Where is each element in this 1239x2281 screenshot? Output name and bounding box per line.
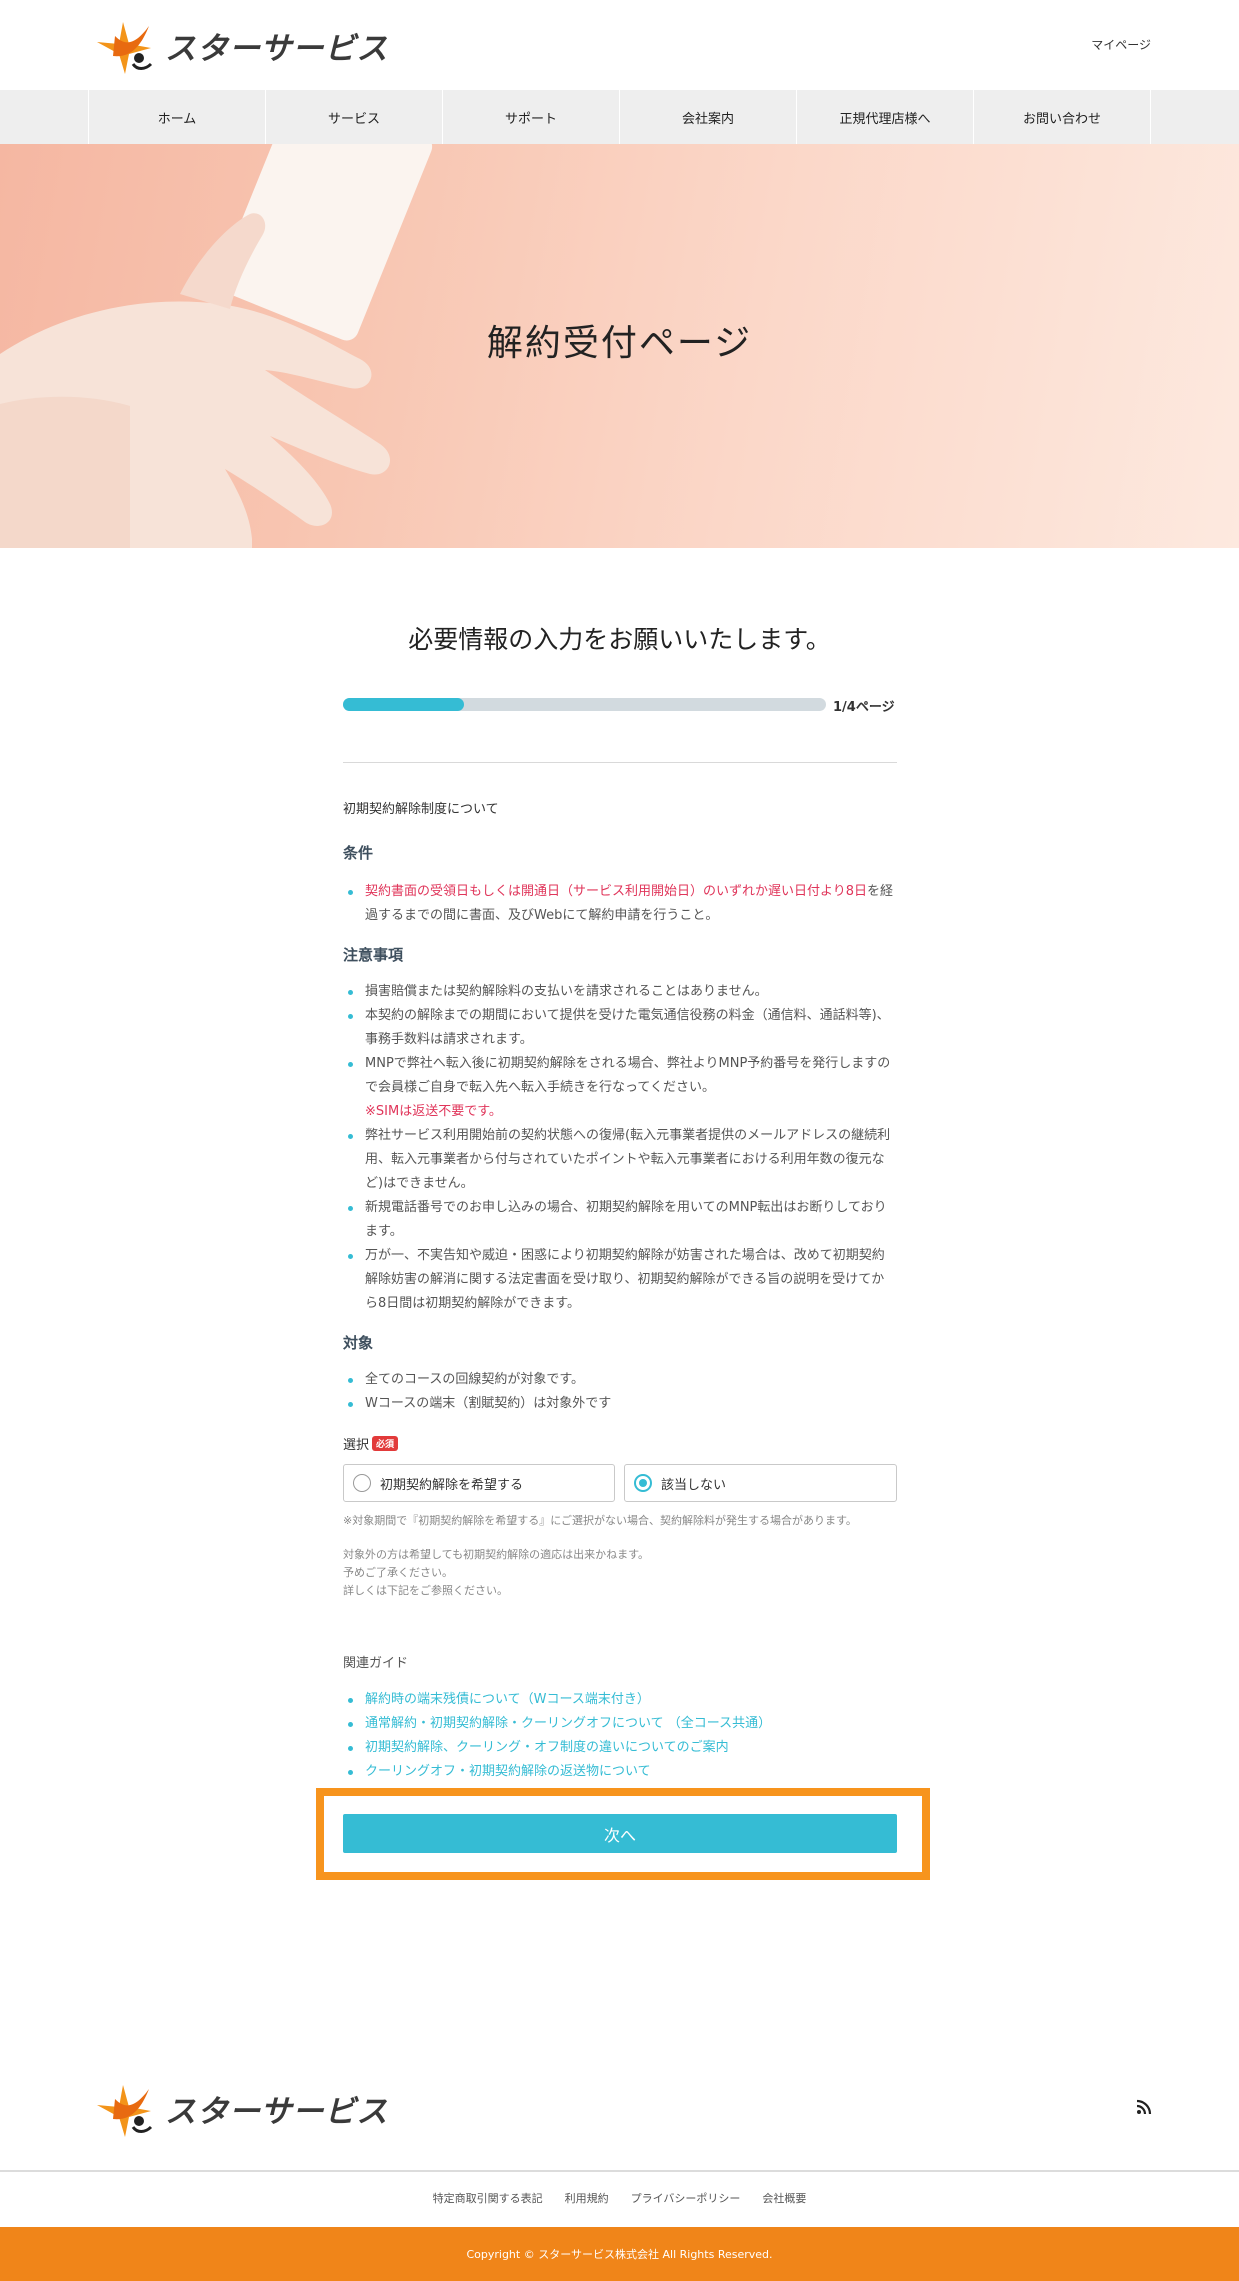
target-heading: 対象 (343, 1334, 374, 1352)
target-list: 全てのコースの回線契約が対象です。 Wコースの端末（割賦契約）は対象外です (343, 1368, 897, 1416)
notes-list: 損害賠償または契約解除料の支払いを請求されることはありません。 本契約の解除まで… (343, 980, 897, 1316)
guide-heading: 関連ガイド (343, 1656, 409, 1671)
copyright: Copyright © スターサービス株式会社 All Rights Reser… (0, 2227, 1239, 2281)
notes-heading: 注意事項 (343, 946, 404, 964)
required-badge: 必須 (372, 1436, 399, 1451)
list-item: 契約書面の受領日もしくは開通日（サービス利用開始日）のいずれか遅い日付より8日を… (343, 880, 897, 928)
guide-link[interactable]: 初期契約解除、クーリング・オフ制度の違いについてのご案内 (343, 1736, 897, 1760)
footer-divider (0, 2170, 1239, 2172)
conditions-heading: 条件 (343, 844, 374, 862)
section-intro: 初期契約解除制度について (343, 802, 499, 817)
nav-item-agency[interactable]: 正規代理店様へ (797, 90, 974, 144)
guide-link[interactable]: クーリングオフ・初期契約解除の返送物について (343, 1760, 897, 1784)
radio-button-unselected[interactable] (353, 1474, 371, 1492)
sim-note: ※SIMは返送不要です。 (365, 1104, 502, 1119)
nav-item-service[interactable]: サービス (266, 90, 443, 144)
site-logo[interactable]: スターサービス (93, 12, 388, 78)
nav-item-contact[interactable]: お問い合わせ (974, 90, 1151, 144)
list-item: Wコースの端末（割賦契約）は対象外です (343, 1392, 897, 1416)
list-item: 本契約の解除までの期間において提供を受けた電気通信役務の料金（通信料、通話料等)… (343, 1004, 897, 1052)
list-item: 万が一、不実告知や威迫・困惑により初期契約解除が妨害された場合は、改めて初期契約… (343, 1244, 897, 1316)
list-item: 弊社サービス利用開始前の契約状態への復帰(転入元事業者提供のメールアドレスの継続… (343, 1124, 897, 1196)
next-button[interactable]: 次へ (343, 1814, 897, 1853)
list-item: 新規電話番号でのお申し込みの場合、初期契約解除を用いてのMNP転出はお断りしてお… (343, 1196, 897, 1244)
rss-icon[interactable] (1136, 2099, 1152, 2115)
nav-item-company[interactable]: 会社案内 (620, 90, 797, 144)
footer-logo[interactable]: スターサービス (93, 2075, 388, 2141)
mypage-link[interactable]: マイページ (1091, 36, 1151, 53)
footer-link-commerce[interactable]: 特定商取引関する表記 (433, 2190, 543, 2206)
radio-button-selected[interactable] (634, 1474, 652, 1492)
list-item: 損害賠償または契約解除料の支払いを請求されることはありません。 (343, 980, 897, 1004)
eligibility-note: 対象外の方は希望しても初期契約解除の適応は出来かねます。 予めご了承ください。 … (343, 1548, 650, 1597)
guide-link[interactable]: 通常解約・初期契約解除・クーリングオフについて （全コース共通） (343, 1712, 897, 1736)
selection-note: ※対象期間で『初期契約解除を希望する』にご選択がない場合、契約解除料が発生する場… (343, 1514, 857, 1527)
guide-link[interactable]: 解約時の端末残債について（Wコース端末付き） (343, 1688, 897, 1712)
hero-banner: 解約受付ページ (0, 144, 1239, 548)
progress-fill (343, 698, 464, 711)
footer-link-company[interactable]: 会社概要 (762, 2190, 806, 2206)
divider (343, 762, 897, 763)
conditions-list: 契約書面の受領日もしくは開通日（サービス利用開始日）のいずれか遅い日付より8日を… (343, 880, 897, 928)
list-item: 全てのコースの回線契約が対象です。 (343, 1368, 897, 1392)
nav-item-home[interactable]: ホーム (89, 90, 266, 144)
global-nav: ホーム サービス サポート 会社案内 正規代理店様へ お問い合わせ (0, 90, 1239, 144)
radio-option-request-cancel[interactable]: 初期契約解除を希望する (343, 1464, 615, 1502)
selection-label: 選択 必須 (343, 1434, 399, 1453)
logo-text: スターサービス (165, 30, 389, 66)
guide-links: 解約時の端末残債について（Wコース端末付き） 通常解約・初期契約解除・クーリング… (343, 1688, 897, 1784)
page-title: 解約受付ページ (486, 323, 753, 364)
footer-link-privacy[interactable]: プライバシーポリシー (631, 2190, 741, 2206)
progress-bar (343, 698, 826, 711)
logo-text: スターサービス (165, 2093, 389, 2129)
footer-link-terms[interactable]: 利用規約 (565, 2190, 609, 2206)
footer-links: 特定商取引関する表記 利用規約 プライバシーポリシー 会社概要 (0, 2190, 1239, 2206)
site-header: スターサービス マイページ (0, 0, 1239, 90)
list-item: MNPで弊社へ転入後に初期契約解除をされる場合、弊社よりMNP予約番号を発行しま… (343, 1052, 897, 1124)
radio-option-not-applicable[interactable]: 該当しない (624, 1464, 897, 1502)
star-bird-logo-icon (97, 2085, 153, 2137)
star-bird-logo-icon (97, 22, 153, 74)
progress-label: 1/4ページ (833, 700, 895, 715)
lead-text: 必要情報の入力をお願いいたします。 (408, 625, 831, 654)
nav-item-support[interactable]: サポート (443, 90, 620, 144)
